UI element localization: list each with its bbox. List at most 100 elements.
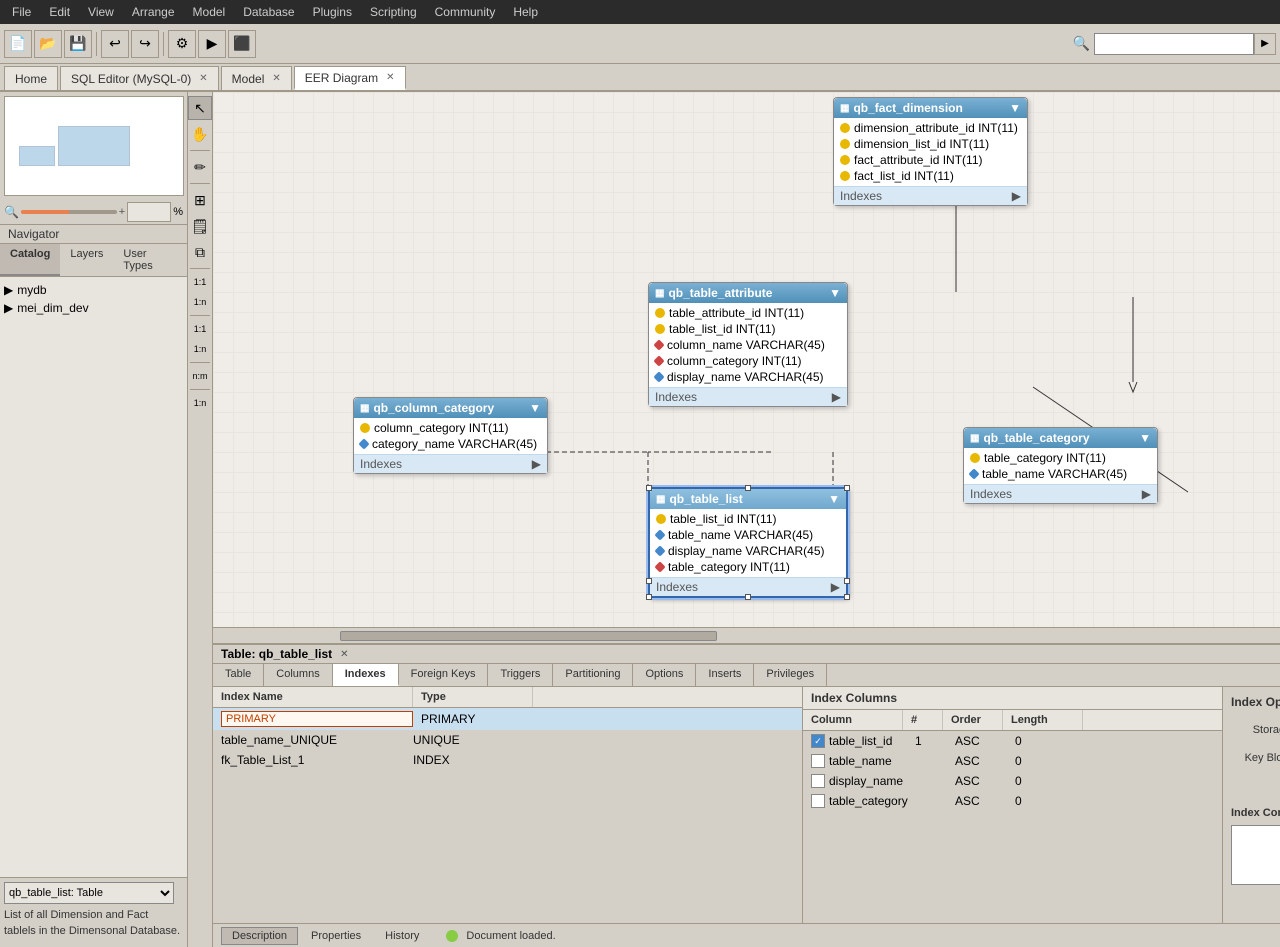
table-menu-icon-5[interactable]: ▼ [1139, 431, 1151, 445]
field-display-name-list[interactable]: display_name VARCHAR(45) [650, 543, 846, 559]
zoom-out-icon[interactable]: 🔍 [4, 205, 19, 219]
tool-rel-1-n[interactable]: 1:n [188, 293, 212, 311]
menu-file[interactable]: File [4, 3, 39, 21]
col-checkbox-table-category[interactable] [811, 794, 825, 808]
field-fact-attribute-id[interactable]: fact_attribute_id INT(11) [834, 152, 1027, 168]
tree-item-mydb[interactable]: ▶ mydb [4, 281, 183, 299]
eer-indexes-qb-table-category[interactable]: Indexes ▶ [964, 484, 1157, 503]
field-category-name[interactable]: category_name VARCHAR(45) [354, 436, 547, 452]
table-menu-icon-4[interactable]: ▼ [828, 492, 840, 506]
eer-table-qb-table-category[interactable]: ▦ qb_table_category ▼ table_category INT… [963, 427, 1158, 504]
field-column-name[interactable]: column_name VARCHAR(45) [649, 337, 847, 353]
execute-button[interactable]: ▶ [198, 30, 226, 58]
panel-tab-indexes[interactable]: Indexes [333, 664, 399, 686]
menu-edit[interactable]: Edit [41, 3, 78, 21]
eer-table-qb-table-attribute[interactable]: ▦ qb_table_attribute ▼ table_attribute_i… [648, 282, 848, 407]
field-display-name-attr[interactable]: display_name VARCHAR(45) [649, 369, 847, 385]
field-table-name-list[interactable]: table_name VARCHAR(45) [650, 527, 846, 543]
tree-item-mei-dim-dev[interactable]: ▶ mei_dim_dev [4, 299, 183, 317]
status-tab-properties[interactable]: Properties [300, 927, 372, 945]
tool-rel-1n-b[interactable]: 1:n [188, 394, 212, 412]
zoom-input[interactable]: 100 [127, 202, 171, 222]
field-fact-list-id[interactable]: fact_list_id INT(11) [834, 168, 1027, 184]
eer-indexes-qb-column-category[interactable]: Indexes ▶ [354, 454, 547, 473]
tab-eer-diagram[interactable]: EER Diagram✕ [294, 66, 406, 90]
menu-help[interactable]: Help [505, 3, 546, 21]
tab-close-sql[interactable]: ✕ [199, 73, 207, 84]
col-checkbox-table-name[interactable] [811, 754, 825, 768]
eer-indexes-qb-table-attribute[interactable]: Indexes ▶ [649, 387, 847, 406]
undo-button[interactable]: ↩ [101, 30, 129, 58]
zoom-in-icon[interactable]: + [119, 206, 125, 218]
ic-row-table-name[interactable]: table_name ASC 0 [803, 751, 1222, 771]
field-table-list-id[interactable]: table_list_id INT(11) [650, 511, 846, 527]
index-row-fk-table-list[interactable]: fk_Table_List_1 INDEX [213, 750, 802, 770]
status-tab-history[interactable]: History [374, 927, 430, 945]
field-dimension-attribute-id[interactable]: dimension_attribute_id INT(11) [834, 120, 1027, 136]
search-button[interactable]: ▶ [1254, 33, 1276, 55]
col-checkbox-display-name[interactable] [811, 774, 825, 788]
status-tab-description[interactable]: Description [221, 927, 298, 945]
menu-plugins[interactable]: Plugins [305, 3, 360, 21]
eer-table-qb-column-category[interactable]: ▦ qb_column_category ▼ column_category I… [353, 397, 548, 474]
new-file-button[interactable]: 📄 [4, 30, 32, 58]
tool-note[interactable]: 🗒 [188, 214, 212, 238]
eer-table-qb-table-list[interactable]: ▦ qb_table_list ▼ table_list_id INT(11) [648, 487, 848, 598]
field-table-name-cat[interactable]: table_name VARCHAR(45) [964, 466, 1157, 482]
field-dimension-list-id[interactable]: dimension_list_id INT(11) [834, 136, 1027, 152]
panel-tab-foreign-keys[interactable]: Foreign Keys [399, 664, 489, 686]
eer-indexes-qb-fact-dimension[interactable]: Indexes ▶ [834, 186, 1027, 205]
tab-home[interactable]: Home [4, 66, 58, 90]
eer-table-qb-fact-dimension[interactable]: ▦ qb_fact_dimension ▼ dimension_attribut… [833, 97, 1028, 206]
tool-rel-nm[interactable]: n:m [188, 367, 212, 385]
menu-model[interactable]: Model [185, 3, 234, 21]
eer-canvas[interactable]: ▦ qb_fact_dimension ▼ dimension_attribut… [213, 92, 1280, 627]
tab-close-eer[interactable]: ✕ [386, 72, 394, 83]
panel-tab-table[interactable]: Table [213, 664, 264, 686]
panel-tab-options[interactable]: Options [633, 664, 696, 686]
ic-row-table-list-id[interactable]: table_list_id 1 ASC 0 [803, 731, 1222, 751]
tool-layer[interactable]: ⧉ [188, 240, 212, 264]
index-row-primary[interactable]: PRIMARY PRIMARY [213, 708, 802, 730]
save-button[interactable]: 💾 [64, 30, 92, 58]
field-table-list-id-attr[interactable]: table_list_id INT(11) [649, 321, 847, 337]
ic-row-display-name[interactable]: display_name ASC 0 [803, 771, 1222, 791]
catalog-tab-catalog[interactable]: Catalog [0, 244, 60, 276]
table-menu-icon[interactable]: ▼ [1009, 101, 1021, 115]
field-column-category[interactable]: column_category INT(11) [649, 353, 847, 369]
table-menu-icon-3[interactable]: ▼ [529, 401, 541, 415]
tab-sql-editor[interactable]: SQL Editor (MySQL-0)✕ [60, 66, 219, 90]
search-input[interactable] [1094, 33, 1254, 55]
menu-scripting[interactable]: Scripting [362, 3, 425, 21]
menu-arrange[interactable]: Arrange [124, 3, 183, 21]
tab-close-model[interactable]: ✕ [272, 73, 280, 84]
menu-database[interactable]: Database [235, 3, 302, 21]
table-menu-icon-2[interactable]: ▼ [829, 286, 841, 300]
catalog-tab-user-types[interactable]: User Types [113, 244, 187, 276]
stop-button[interactable]: ⬛ [228, 30, 256, 58]
tool-hand[interactable]: ✋ [188, 122, 212, 146]
menu-view[interactable]: View [80, 3, 122, 21]
open-button[interactable]: 📂 [34, 30, 62, 58]
panel-tab-triggers[interactable]: Triggers [488, 664, 553, 686]
redo-button[interactable]: ↪ [131, 30, 159, 58]
menu-community[interactable]: Community [427, 3, 504, 21]
panel-tab-columns[interactable]: Columns [264, 664, 332, 686]
tab-model[interactable]: Model✕ [221, 66, 292, 90]
panel-tab-privileges[interactable]: Privileges [754, 664, 827, 686]
toggle-button[interactable]: ⚙ [168, 30, 196, 58]
field-column-category-id[interactable]: column_category INT(11) [354, 420, 547, 436]
panel-tab-inserts[interactable]: Inserts [696, 664, 754, 686]
tool-rel-1n[interactable]: 1:n [188, 340, 212, 358]
field-table-category-list[interactable]: table_category INT(11) [650, 559, 846, 575]
catalog-tab-layers[interactable]: Layers [60, 244, 113, 276]
tool-select[interactable]: ↖ [188, 96, 212, 120]
table-select[interactable]: qb_table_list: Table [4, 882, 174, 904]
zoom-slider[interactable] [21, 210, 117, 214]
col-checkbox-table-list-id[interactable] [811, 734, 825, 748]
field-table-category-id[interactable]: table_category INT(11) [964, 450, 1157, 466]
panel-tab-partitioning[interactable]: Partitioning [553, 664, 633, 686]
index-row-table-name-unique[interactable]: table_name_UNIQUE UNIQUE [213, 730, 802, 750]
tool-eraser[interactable]: ✏ [188, 155, 212, 179]
index-comment-textarea[interactable] [1231, 825, 1280, 885]
